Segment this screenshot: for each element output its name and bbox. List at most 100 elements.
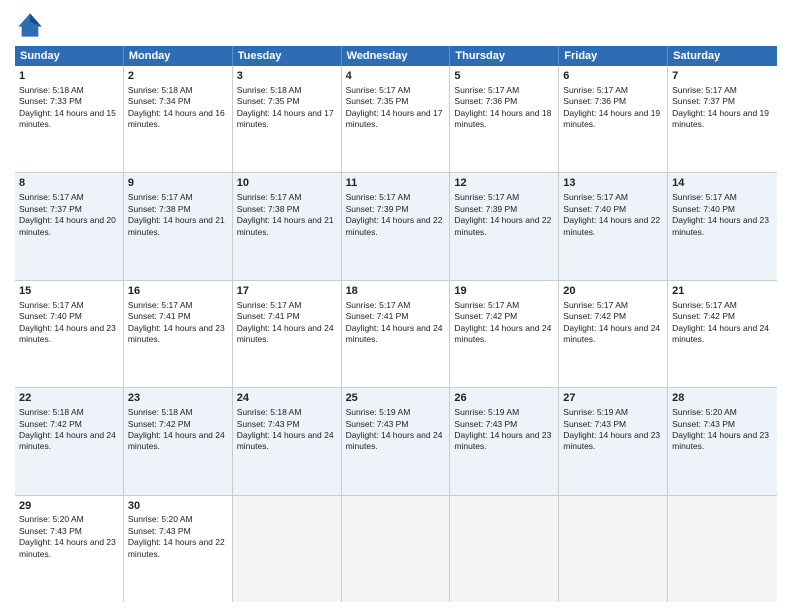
calendar-cell: 1Sunrise: 5:18 AMSunset: 7:33 PMDaylight… xyxy=(15,66,124,172)
sunrise-label: Sunrise: 5:19 AM xyxy=(346,407,411,417)
sunset-label: Sunset: 7:40 PM xyxy=(19,311,82,321)
sunrise-label: Sunrise: 5:17 AM xyxy=(563,85,628,95)
day-number: 24 xyxy=(237,391,337,406)
calendar-cell: 18Sunrise: 5:17 AMSunset: 7:41 PMDayligh… xyxy=(342,281,451,387)
calendar-cell: 15Sunrise: 5:17 AMSunset: 7:40 PM Dayligh… xyxy=(15,281,124,387)
calendar-row: 29Sunrise: 5:20 AMSunset: 7:43 PMDayligh… xyxy=(15,496,777,602)
sunrise-label: Sunrise: 5:18 AM xyxy=(128,85,193,95)
sunset-label: Sunset: 7:43 PM xyxy=(19,526,82,536)
daylight-label: Daylight: 14 hours and 24 minutes. xyxy=(128,430,225,451)
sunset-label: Sunset: 7:41 PM xyxy=(346,311,409,321)
calendar-cell: 16Sunrise: 5:17 AMSunset: 7:41 PMDayligh… xyxy=(124,281,233,387)
sunrise-label: Sunrise: 5:17 AM xyxy=(237,192,302,202)
daylight-label: Daylight: 14 hours and 19 minutes. xyxy=(672,108,769,129)
weekday-header: Monday xyxy=(124,46,233,66)
daylight-label: Daylight: 14 hours and 23 minutes. xyxy=(672,215,769,236)
daylight-label: Daylight: 14 hours and 21 minutes. xyxy=(237,215,334,236)
sunrise-label: Sunrise: 5:19 AM xyxy=(563,407,628,417)
day-number: 5 xyxy=(454,69,554,84)
daylight-label: Daylight: 14 hours and 16 minutes. xyxy=(128,108,225,129)
sunset-label: Sunset: 7:43 PM xyxy=(454,419,517,429)
day-number: 18 xyxy=(346,284,446,299)
sunrise-label: Sunrise: 5:17 AM xyxy=(672,85,737,95)
daylight-label: Daylight: 14 hours and 22 minutes. xyxy=(346,215,443,236)
sunset-label: Sunset: 7:36 PM xyxy=(563,96,626,106)
sunset-label: Sunset: 7:42 PM xyxy=(672,311,735,321)
calendar-body: 1Sunrise: 5:18 AMSunset: 7:33 PMDaylight… xyxy=(15,66,777,602)
weekday-header: Tuesday xyxy=(233,46,342,66)
logo-icon xyxy=(15,10,45,40)
sunrise-label: Sunrise: 5:17 AM xyxy=(454,300,519,310)
logo xyxy=(15,10,49,40)
calendar-cell: 22Sunrise: 5:18 AMSunset: 7:42 PMDayligh… xyxy=(15,388,124,494)
daylight-label: Daylight: 14 hours and 24 minutes. xyxy=(237,430,334,451)
sunset-label: Sunset: 7:36 PM xyxy=(454,96,517,106)
sunrise-label: Sunrise: 5:17 AM xyxy=(19,300,84,310)
sunrise-label: Sunrise: 5:20 AM xyxy=(128,514,193,524)
calendar-cell xyxy=(233,496,342,602)
sunrise-label: Sunrise: 5:17 AM xyxy=(346,85,411,95)
calendar-cell: 28Sunrise: 5:20 AMSunset: 7:43 PMDayligh… xyxy=(668,388,777,494)
sunset-label: Sunset: 7:34 PM xyxy=(128,96,191,106)
calendar-cell: 29Sunrise: 5:20 AMSunset: 7:43 PMDayligh… xyxy=(15,496,124,602)
sunrise-label: Sunrise: 5:18 AM xyxy=(128,407,193,417)
day-number: 8 xyxy=(19,176,119,191)
calendar-cell: 13Sunrise: 5:17 AMSunset: 7:40 PMDayligh… xyxy=(559,173,668,279)
daylight-label: Daylight: 14 hours and 22 minutes. xyxy=(563,215,660,236)
sunset-label: Sunset: 7:37 PM xyxy=(672,96,735,106)
daylight-label: Daylight: 14 hours and 24 minutes. xyxy=(563,323,660,344)
sunrise-label: Sunrise: 5:20 AM xyxy=(672,407,737,417)
sunset-label: Sunset: 7:43 PM xyxy=(237,419,300,429)
calendar-cell xyxy=(668,496,777,602)
day-number: 6 xyxy=(563,69,663,84)
calendar-cell: 6Sunrise: 5:17 AMSunset: 7:36 PMDaylight… xyxy=(559,66,668,172)
sunset-label: Sunset: 7:41 PM xyxy=(237,311,300,321)
daylight-label: Daylight: 14 hours and 17 minutes. xyxy=(346,108,443,129)
day-number: 19 xyxy=(454,284,554,299)
calendar-cell: 4Sunrise: 5:17 AMSunset: 7:35 PMDaylight… xyxy=(342,66,451,172)
daylight-label: Daylight: 14 hours and 18 minutes. xyxy=(454,108,551,129)
daylight-label: Daylight: 14 hours and 24 minutes. xyxy=(672,323,769,344)
sunset-label: Sunset: 7:39 PM xyxy=(346,204,409,214)
calendar-cell: 5Sunrise: 5:17 AMSunset: 7:36 PMDaylight… xyxy=(450,66,559,172)
sunset-label: Sunset: 7:43 PM xyxy=(128,526,191,536)
sunset-label: Sunset: 7:43 PM xyxy=(563,419,626,429)
sunset-label: Sunset: 7:41 PM xyxy=(128,311,191,321)
daylight-label: Daylight: 14 hours and 23 minutes. xyxy=(19,323,116,344)
sunset-label: Sunset: 7:42 PM xyxy=(454,311,517,321)
day-number: 25 xyxy=(346,391,446,406)
calendar-row: 8Sunrise: 5:17 AMSunset: 7:37 PMDaylight… xyxy=(15,173,777,280)
day-number: 2 xyxy=(128,69,228,84)
daylight-label: Daylight: 14 hours and 21 minutes. xyxy=(128,215,225,236)
day-number: 16 xyxy=(128,284,228,299)
calendar-cell: 2Sunrise: 5:18 AMSunset: 7:34 PM Daylight… xyxy=(124,66,233,172)
sunrise-label: Sunrise: 5:17 AM xyxy=(563,300,628,310)
daylight-label: Daylight: 14 hours and 22 minutes. xyxy=(128,537,225,558)
calendar-cell: 25Sunrise: 5:19 AMSunset: 7:43 PMDayligh… xyxy=(342,388,451,494)
day-number: 15 xyxy=(19,284,119,299)
calendar-cell: 12Sunrise: 5:17 AMSunset: 7:39 PMDayligh… xyxy=(450,173,559,279)
day-number: 7 xyxy=(672,69,773,84)
sunrise-label: Sunrise: 5:17 AM xyxy=(346,192,411,202)
day-number: 17 xyxy=(237,284,337,299)
calendar-cell: 26Sunrise: 5:19 AM Sunset: 7:43 PMDayligh… xyxy=(450,388,559,494)
daylight-label: Daylight: 14 hours and 24 minutes. xyxy=(19,430,116,451)
weekday-header: Sunday xyxy=(15,46,124,66)
calendar-cell xyxy=(559,496,668,602)
daylight-label: Daylight: 14 hours and 20 minutes. xyxy=(19,215,116,236)
calendar-cell xyxy=(342,496,451,602)
sunrise-label: Sunrise: 5:17 AM xyxy=(672,192,737,202)
sunset-label: Sunset: 7:42 PM xyxy=(128,419,191,429)
calendar-cell: 9Sunrise: 5:17 AMSunset: 7:38 PMDaylight… xyxy=(124,173,233,279)
day-number: 12 xyxy=(454,176,554,191)
daylight-label: Daylight: 14 hours and 23 minutes. xyxy=(454,430,551,451)
daylight-label: Daylight: 14 hours and 23 minutes. xyxy=(563,430,660,451)
day-number: 26 xyxy=(454,391,554,406)
sunrise-label: Sunrise: 5:17 AM xyxy=(672,300,737,310)
sunrise-label: Sunrise: 5:19 AM xyxy=(454,407,519,417)
daylight-label: Daylight: 14 hours and 24 minutes. xyxy=(454,323,551,344)
sunrise-label: Sunrise: 5:18 AM xyxy=(237,407,302,417)
sunset-label: Sunset: 7:38 PM xyxy=(128,204,191,214)
sunset-label: Sunset: 7:35 PM xyxy=(237,96,300,106)
sunrise-label: Sunrise: 5:17 AM xyxy=(128,300,193,310)
